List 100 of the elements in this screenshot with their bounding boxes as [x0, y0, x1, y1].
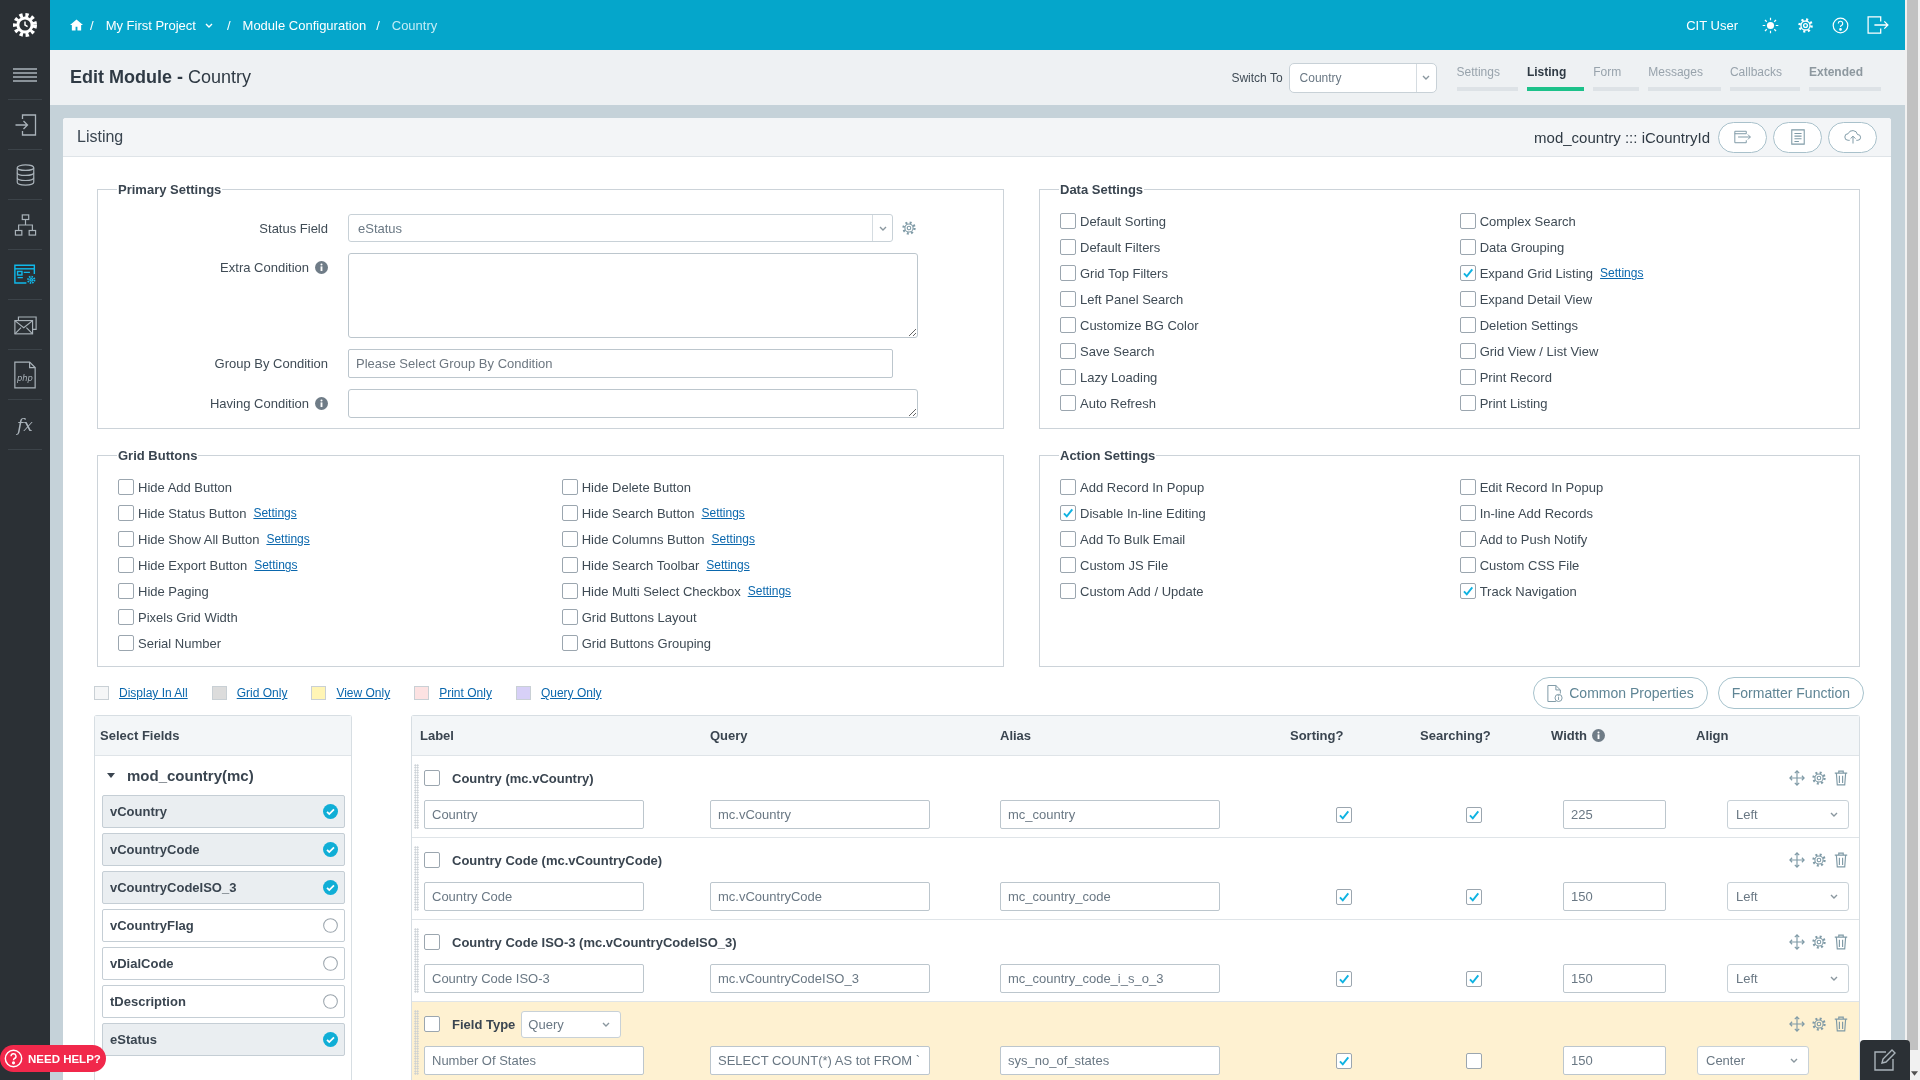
settings-link[interactable]: Settings: [711, 532, 755, 546]
checkbox[interactable]: [1459, 557, 1476, 573]
trash-icon[interactable]: [1833, 1016, 1849, 1032]
text-input[interactable]: Country Code: [424, 882, 644, 911]
cloud-button[interactable]: [1828, 121, 1877, 153]
settings-link[interactable]: Settings: [253, 506, 297, 520]
checkbox[interactable]: [1060, 557, 1076, 573]
checkbox[interactable]: [1459, 213, 1476, 229]
triangle-icon[interactable]: [107, 773, 115, 778]
checkbox[interactable]: [1060, 505, 1076, 521]
text-input[interactable]: mc_country_code_i_s_o_3: [1000, 964, 1220, 993]
field-item[interactable]: vDialCode: [102, 947, 345, 980]
text-input[interactable]: 150: [1563, 964, 1666, 993]
checkbox[interactable]: [1060, 265, 1076, 281]
column-header[interactable]: Width: [1551, 728, 1605, 743]
home-icon[interactable]: [70, 19, 83, 31]
checkbox[interactable]: [1060, 291, 1076, 307]
checkbox[interactable]: [118, 531, 134, 547]
checkbox[interactable]: [561, 531, 578, 547]
table-name[interactable]: mod_country(mc): [127, 767, 254, 784]
checkbox[interactable]: [561, 609, 578, 625]
legend-link[interactable]: Display In All: [119, 686, 188, 700]
textarea-field[interactable]: [348, 253, 918, 338]
legend-link[interactable]: Grid Only: [236, 686, 288, 700]
checkbox[interactable]: [561, 505, 578, 521]
checkbox[interactable]: [1459, 395, 1476, 411]
text-input[interactable]: Number Of States: [424, 1046, 644, 1075]
scrollbar-thumb[interactable]: [1907, 0, 1918, 1050]
checkbox[interactable]: [424, 770, 440, 786]
text-input[interactable]: mc_country_code: [1000, 882, 1220, 911]
drag-handle[interactable]: [414, 1010, 419, 1075]
field-label[interactable]: Group By Condition: [214, 356, 328, 371]
checkbox[interactable]: [1060, 369, 1076, 385]
column-header[interactable]: Query: [710, 728, 748, 743]
checkbox[interactable]: [1459, 369, 1476, 385]
checkbox[interactable]: [561, 479, 578, 495]
text-input[interactable]: mc.vCountryCode: [710, 882, 930, 911]
module-select[interactable]: Country: [1288, 62, 1437, 93]
field-item[interactable]: eStatus: [102, 1023, 345, 1056]
drag-handle[interactable]: [414, 928, 419, 993]
settings-icon[interactable]: [1811, 1016, 1827, 1032]
text-input[interactable]: SELECT COUNT(*) AS tot FROM `: [710, 1046, 930, 1075]
logout-icon[interactable]: [1867, 16, 1889, 34]
checkbox[interactable]: [1060, 395, 1076, 411]
need-help-button[interactable]: NEED HELP?: [0, 1045, 106, 1072]
checkbox[interactable]: [118, 635, 134, 651]
select-field[interactable]: Query: [521, 1010, 622, 1038]
settings-icon[interactable]: [1811, 770, 1827, 786]
checkbox[interactable]: [118, 583, 134, 599]
settings-link[interactable]: Settings: [266, 532, 310, 546]
field-label[interactable]: Extra Condition: [220, 260, 328, 275]
checkbox[interactable]: [118, 609, 134, 625]
checkbox[interactable]: [118, 557, 134, 573]
text-input[interactable]: Country: [424, 800, 644, 829]
edit-button[interactable]: [1860, 1040, 1910, 1080]
move-icon[interactable]: [1789, 770, 1805, 786]
outline-button[interactable]: Common Properties: [1533, 677, 1708, 709]
checkbox[interactable]: [1336, 1052, 1352, 1069]
settings-link[interactable]: Settings: [706, 558, 750, 572]
settings-link[interactable]: Settings: [747, 584, 792, 598]
checkbox[interactable]: [561, 557, 578, 573]
checkbox[interactable]: [1060, 531, 1076, 547]
field-label[interactable]: Status Field: [259, 221, 328, 236]
field-item[interactable]: tDescription: [102, 985, 345, 1018]
text-input[interactable]: 150: [1563, 882, 1666, 911]
checkbox[interactable]: [424, 852, 440, 868]
text-input[interactable]: mc.vCountry: [710, 800, 930, 829]
tab[interactable]: Listing: [1526, 64, 1585, 91]
checkbox[interactable]: [1459, 479, 1476, 495]
window-arrow-button[interactable]: [1718, 121, 1767, 153]
checkbox[interactable]: [1060, 239, 1076, 255]
help-icon[interactable]: [1832, 16, 1849, 34]
textarea-field[interactable]: [348, 389, 918, 418]
field-item[interactable]: vCountry: [102, 795, 345, 828]
checkbox[interactable]: [1060, 317, 1076, 333]
trash-icon[interactable]: [1833, 852, 1849, 868]
checkbox[interactable]: [1459, 505, 1476, 521]
text-input[interactable]: sys_no_of_states: [1000, 1046, 1220, 1075]
move-icon[interactable]: [1789, 1016, 1805, 1032]
checkbox[interactable]: [118, 479, 134, 495]
text-input[interactable]: mc_country: [1000, 800, 1220, 829]
column-header[interactable]: Align: [1696, 728, 1729, 743]
column-header[interactable]: Label: [420, 728, 454, 743]
column-header[interactable]: Searching?: [1420, 728, 1491, 743]
legend-link[interactable]: Print Only: [439, 686, 492, 700]
settings-link[interactable]: Settings: [254, 558, 298, 572]
checkbox[interactable]: [1060, 479, 1076, 495]
checkbox[interactable]: [424, 934, 440, 950]
checkbox[interactable]: [1060, 583, 1076, 599]
settings-link[interactable]: Settings: [1600, 266, 1644, 280]
field-item[interactable]: vCountryCodeISO_3: [102, 871, 345, 904]
input-field[interactable]: Please Select Group By Condition: [348, 349, 893, 378]
column-header[interactable]: Alias: [1000, 728, 1032, 743]
checkbox[interactable]: [118, 505, 134, 521]
gear-clock-logo[interactable]: [11, 11, 39, 39]
settings-link[interactable]: Settings: [701, 506, 745, 520]
checkbox[interactable]: [561, 635, 578, 651]
scrollbar-track[interactable]: [1905, 0, 1920, 1080]
drag-handle[interactable]: [414, 764, 419, 829]
select-field[interactable]: eStatus: [348, 214, 893, 242]
